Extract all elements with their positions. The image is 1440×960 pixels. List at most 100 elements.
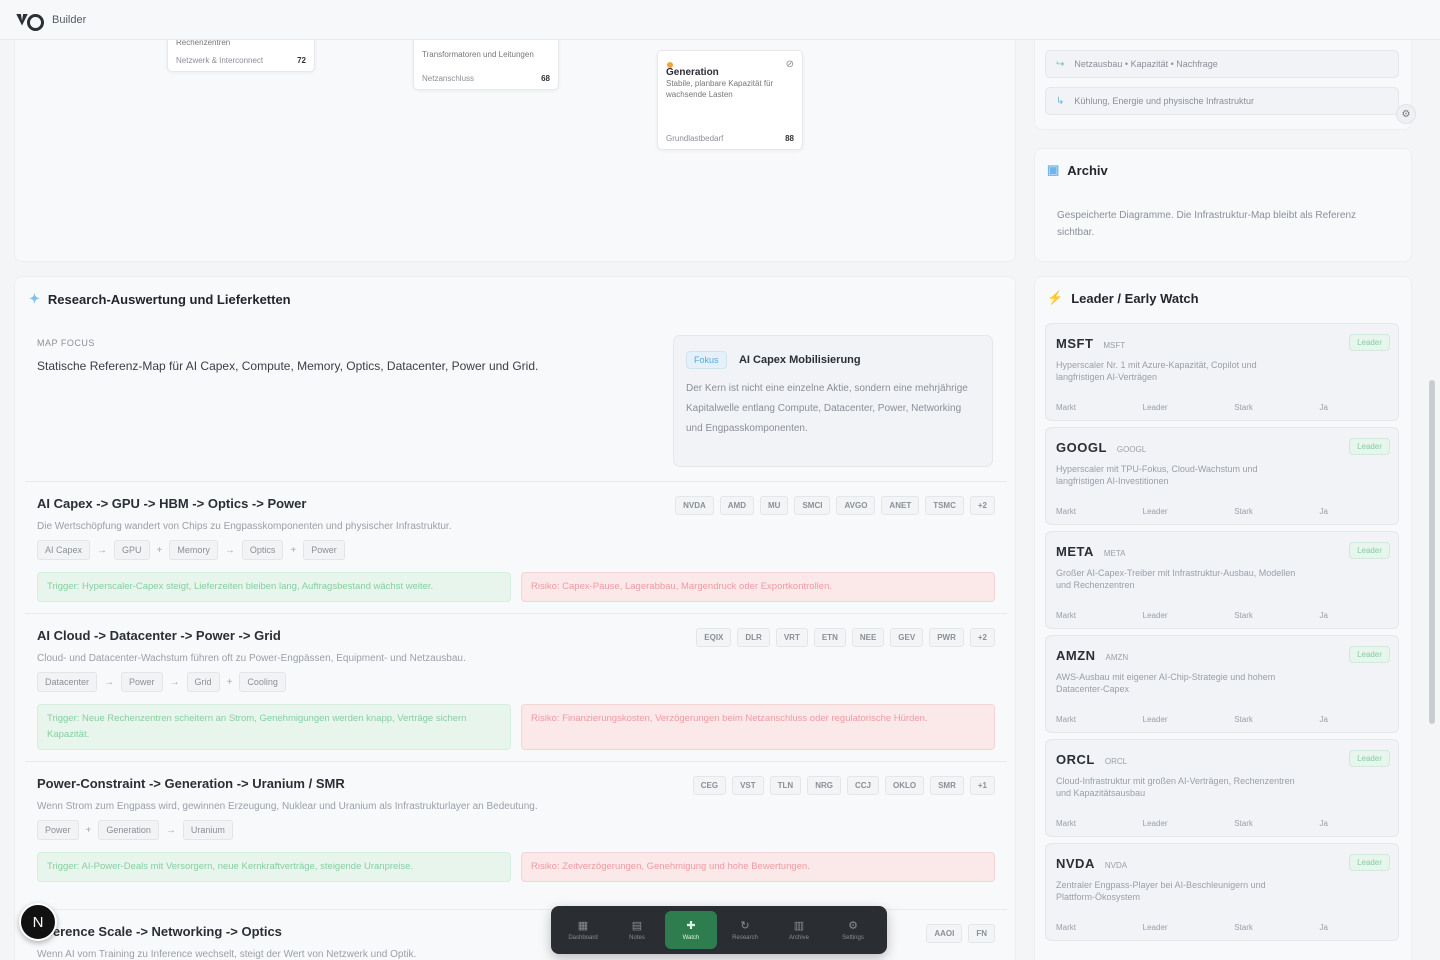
ticker-chip[interactable]: EQIX	[696, 628, 732, 647]
leader-card[interactable]: NVDA NVDA Leader Zentraler Engpass-Player…	[1045, 843, 1399, 941]
dock-item-research[interactable]: ↻ Research	[719, 911, 771, 949]
lightning-icon: ⚡	[1047, 290, 1064, 305]
arrow-icon: →	[97, 544, 108, 556]
ticker-chip[interactable]: VST	[732, 776, 764, 795]
flow-diagram-panel: Rechenzentren Netzwerk & Interconnect 72…	[14, 40, 1016, 262]
chain-step: Power	[121, 672, 163, 692]
ticker-chip[interactable]: TLN	[769, 776, 802, 795]
scrollbar[interactable]	[1429, 380, 1435, 724]
ticker-list: AAOI FN	[926, 924, 995, 943]
leader-stat: Stark	[1234, 611, 1253, 620]
leader-stats: Markt Leader Stark Ja	[1056, 507, 1328, 516]
ticker-chip[interactable]: TSMC	[925, 496, 964, 515]
flow-node[interactable]: Rechenzentren Netzwerk & Interconnect 72	[167, 40, 315, 72]
leader-stat: Markt	[1056, 403, 1076, 412]
leader-description: Großer AI-Capex-Treiber mit Infrastruktu…	[1056, 568, 1296, 590]
ticker-chip[interactable]: GEV	[890, 628, 924, 647]
plus-icon: +	[226, 676, 233, 688]
leader-stat: Stark	[1234, 923, 1253, 932]
leader-name: AMZN	[1105, 653, 1129, 662]
archive-icon: ▣	[1047, 162, 1060, 177]
archive-panel: ▣ Archiv Gespeicherte Diagramme. Die Inf…	[1034, 148, 1412, 262]
flow-node-meta-label: Netzwerk & Interconnect	[176, 56, 264, 65]
leader-card[interactable]: AMZN AMZN Leader AWS-Ausbau mit eigener A…	[1045, 635, 1399, 733]
settings-icon[interactable]: ⚙	[1396, 104, 1416, 124]
flow-node-meta: Netzwerk & Interconnect 72	[176, 56, 306, 65]
dock-label: Research	[732, 935, 758, 941]
note-row[interactable]: ↳ Kühlung, Energie und physische Infrast…	[1045, 87, 1399, 115]
leader-stat: Leader	[1142, 611, 1168, 620]
ticker-chip[interactable]: FN	[968, 924, 995, 943]
trigger-box: Trigger: Neue Rechenzentren scheitern an…	[37, 704, 511, 750]
leaders-heading: ⚡ Leader / Early Watch	[1047, 290, 1199, 306]
focus-pill[interactable]: Fokus	[686, 351, 727, 369]
dock-label: Dashboard	[568, 935, 598, 941]
flow-node[interactable]: Transformatoren und Leitungen Netzanschl…	[413, 40, 559, 90]
flow-node-score: 68	[541, 74, 550, 83]
leader-ticker: MSFT	[1056, 336, 1094, 351]
notes-panel: ↪ Netzausbau • Kapazität • Nachfrage ↳ K…	[1034, 40, 1412, 130]
ticker-chip[interactable]: CEG	[692, 776, 727, 795]
app-logo-icon[interactable]	[16, 13, 44, 31]
flow-node-meta-label: Netzanschluss	[422, 74, 475, 83]
ticker-chip[interactable]: SMCI	[794, 496, 831, 515]
ticker-chip[interactable]: NEE	[851, 628, 885, 647]
value-chain: AI Capex -> GPU -> HBM -> Optics -> Powe…	[25, 481, 1007, 613]
avatar[interactable]: N	[19, 903, 57, 941]
research-lead: Statische Referenz-Map für AI Capex, Com…	[37, 359, 539, 373]
ticker-chip[interactable]: AMD	[719, 496, 754, 515]
ticker-more[interactable]: +2	[969, 496, 995, 515]
status-badge: Leader	[1349, 646, 1390, 663]
ticker-chip[interactable]: NVDA	[675, 496, 714, 515]
archive-title: Archiv	[1067, 162, 1108, 178]
leader-card[interactable]: GOOGL GOOGL Leader Hyperscaler mit TPU-Fo…	[1045, 427, 1399, 525]
leader-description: Hyperscaler mit TPU-Fokus, Cloud-Wachstu…	[1056, 464, 1258, 486]
ticker-chip[interactable]: ETN	[813, 628, 846, 647]
status-badge: Leader	[1349, 334, 1390, 351]
chain-step: Cooling	[239, 672, 286, 692]
leader-ticker: AMZN	[1056, 648, 1096, 663]
leader-name: MSFT	[1103, 341, 1126, 350]
ticker-more[interactable]: +1	[969, 776, 995, 795]
ticker-list: NVDA AMD MU SMCI AVGO ANET TSMC +2	[675, 496, 995, 515]
leader-description: Zentraler Engpass-Player bei AI-Beschleu…	[1056, 880, 1266, 902]
dock-item-watch[interactable]: ✚ Watch	[665, 911, 717, 949]
ticker-chip[interactable]: MU	[760, 496, 789, 515]
note-row[interactable]: ↪ Netzausbau • Kapazität • Nachfrage	[1045, 50, 1399, 78]
archive-icon: ▥	[793, 920, 805, 932]
leader-card[interactable]: ORCL ORCL Leader Cloud-Infrastruktur mit …	[1045, 739, 1399, 837]
ticker-chip[interactable]: AVGO	[836, 496, 876, 515]
ticker-chip[interactable]: AAOI	[926, 924, 963, 943]
flow-node-subtitle: Stabile, planbare Kapazität für wachsend…	[666, 79, 774, 99]
risk-box: Risiko: Capex-Pause, Lagerabbau, Margend…	[521, 572, 995, 602]
ticker-chip[interactable]: DLR	[737, 628, 770, 647]
leader-stat: Stark	[1234, 403, 1253, 412]
ticker-chip[interactable]: ANET	[881, 496, 920, 515]
ticker-chip[interactable]: VRT	[775, 628, 808, 647]
flow-node-meta: Grundlastbedarf 88	[666, 134, 794, 143]
focus-box: Fokus AI Capex Mobilisierung Der Kern is…	[673, 335, 993, 467]
chain-step: GPU	[114, 540, 150, 560]
ticker-more[interactable]: +2	[969, 628, 995, 647]
ticker-chip[interactable]: CCJ	[846, 776, 879, 795]
flow-node-generation[interactable]: ⊘ Generation Stabile, planbare Kapazität…	[657, 50, 803, 150]
risk-box: Risiko: Zeitverzögerungen, Genehmigung u…	[521, 852, 995, 882]
ticker-chip[interactable]: PWR	[929, 628, 964, 647]
archive-body: Gespeicherte Diagramme. Die Infrastruktu…	[1057, 210, 1357, 238]
dock-item-notes[interactable]: ▤ Notes	[611, 911, 663, 949]
leader-card[interactable]: MSFT MSFT Leader Hyperscaler Nr. 1 mit Az…	[1045, 323, 1399, 421]
ticker-chip[interactable]: OKLO	[884, 776, 925, 795]
leader-card[interactable]: META META Leader Großer AI-Capex-Treiber …	[1045, 531, 1399, 629]
ticker-chip[interactable]: NRG	[807, 776, 841, 795]
flow-node-score: 72	[297, 56, 306, 65]
dock-item-dashboard[interactable]: ▦ Dashboard	[557, 911, 609, 949]
leader-stats: Markt Leader Stark Ja	[1056, 923, 1328, 932]
ticker-chip[interactable]: SMR	[930, 776, 964, 795]
dock-item-settings[interactable]: ⚙ Settings	[827, 911, 879, 949]
map-focus-label: MAP FOCUS	[37, 338, 95, 348]
leader-stat: Leader	[1142, 507, 1168, 516]
dock-item-archive[interactable]: ▥ Archive	[773, 911, 825, 949]
chain-description: Die Wertschöpfung wandert von Chips zu E…	[37, 521, 452, 532]
link-icon[interactable]: ⊘	[786, 59, 794, 70]
notes-icon: ▤	[631, 920, 643, 932]
